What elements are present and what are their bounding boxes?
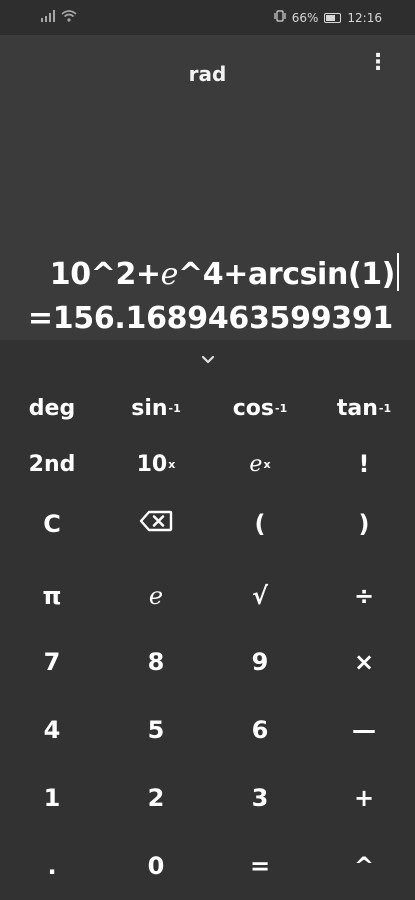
keypad-row-1: deg sin -1 cos -1 tan -1 xyxy=(0,380,415,436)
chevron-down-icon xyxy=(200,350,216,369)
eight-label: 8 xyxy=(147,648,165,676)
sqrt-button[interactable]: √ xyxy=(208,568,312,624)
text-cursor xyxy=(397,253,399,291)
expression-text-start: 10^2+ xyxy=(49,257,161,292)
e-power-button[interactable]: ex xyxy=(208,436,312,492)
pi-label: π xyxy=(42,582,62,610)
sqrt-label: √ xyxy=(251,582,268,610)
open-paren-button[interactable]: ( xyxy=(208,496,312,552)
inverse-superscript: -1 xyxy=(378,401,392,415)
two-button[interactable]: 2 xyxy=(104,770,208,826)
inverse-superscript: -1 xyxy=(168,401,181,415)
zero-button[interactable]: 0 xyxy=(104,838,208,894)
result-text: =156.1689463599391 xyxy=(27,301,393,336)
x-superscript: x xyxy=(168,457,176,471)
divide-label: ÷ xyxy=(353,582,375,610)
keypad-row-4: π e √ ÷ xyxy=(0,568,415,624)
plus-button[interactable]: + xyxy=(312,770,415,826)
wifi-icon xyxy=(61,10,77,25)
clear-label: C xyxy=(43,510,61,538)
keypad-row-8: . 0 = ^ xyxy=(0,838,415,894)
clear-button[interactable]: C xyxy=(0,496,104,552)
vibrate-icon xyxy=(274,10,286,25)
keypad-row-7: 1 2 3 + xyxy=(0,770,415,826)
seven-button[interactable]: 7 xyxy=(0,634,104,690)
one-label: 1 xyxy=(43,784,61,812)
sin-label: sin xyxy=(131,395,168,421)
nine-label: 9 xyxy=(251,648,269,676)
three-label: 3 xyxy=(251,784,269,812)
backspace-icon xyxy=(139,510,173,538)
e-base-label: e xyxy=(249,451,263,477)
nine-button[interactable]: 9 xyxy=(208,634,312,690)
tan-label: tan xyxy=(336,395,378,421)
zero-label: 0 xyxy=(147,852,165,880)
cos-label: cos xyxy=(232,395,274,421)
one-button[interactable]: 1 xyxy=(0,770,104,826)
seven-label: 7 xyxy=(43,648,61,676)
power-label: ^ xyxy=(353,852,375,880)
eight-button[interactable]: 8 xyxy=(104,634,208,690)
expression-text-end: ^4+arcsin(1) xyxy=(178,257,395,292)
multiply-button[interactable]: × xyxy=(312,634,415,690)
close-paren-label: ) xyxy=(358,510,370,538)
ten-label: 10 xyxy=(136,451,168,477)
four-label: 4 xyxy=(43,716,61,744)
decimal-button[interactable]: . xyxy=(0,838,104,894)
status-right: 66% 12:16 xyxy=(274,10,382,25)
second-label: 2nd xyxy=(28,451,76,477)
backspace-button[interactable] xyxy=(104,496,208,552)
arccos-button[interactable]: cos -1 xyxy=(208,380,312,436)
equals-button[interactable]: = xyxy=(208,838,312,894)
arctan-button[interactable]: tan -1 xyxy=(312,380,415,436)
four-button[interactable]: 4 xyxy=(0,702,104,758)
two-label: 2 xyxy=(147,784,165,812)
factorial-label: ! xyxy=(358,450,370,478)
three-button[interactable]: 3 xyxy=(208,770,312,826)
power-button[interactable]: ^ xyxy=(312,838,415,894)
ten-power-button[interactable]: 10 x xyxy=(104,436,208,492)
minus-button[interactable]: — xyxy=(312,702,415,758)
equals-label: = xyxy=(249,852,271,880)
divide-button[interactable]: ÷ xyxy=(312,568,415,624)
close-paren-button[interactable]: ) xyxy=(312,496,415,552)
collapse-button[interactable] xyxy=(191,346,225,372)
expression-field[interactable]: 10^2+e^4+arcsin(1) xyxy=(50,253,399,292)
pi-button[interactable]: π xyxy=(0,568,104,624)
inverse-superscript: -1 xyxy=(275,401,288,415)
battery-icon xyxy=(324,12,342,23)
deg-label: deg xyxy=(28,395,76,421)
signal-icon xyxy=(41,10,55,25)
status-bar: 66% 12:16 xyxy=(0,0,415,35)
decimal-label: . xyxy=(47,852,57,880)
expression-e-symbol: e xyxy=(160,257,179,292)
second-function-button[interactable]: 2nd xyxy=(0,436,104,492)
keypad-row-2: 2nd 10 x ex ! xyxy=(0,436,415,492)
five-label: 5 xyxy=(147,716,165,744)
deg-button[interactable]: deg xyxy=(0,380,104,436)
five-button[interactable]: 5 xyxy=(104,702,208,758)
keypad: deg sin -1 cos -1 tan -1 2nd 10 x ex ! C ( )… xyxy=(0,380,415,900)
minus-label: — xyxy=(352,716,376,744)
keypad-row-6: 4 5 6 — xyxy=(0,702,415,758)
six-label: 6 xyxy=(251,716,269,744)
six-button[interactable]: 6 xyxy=(208,702,312,758)
factorial-button[interactable]: ! xyxy=(312,436,415,492)
keypad-row-3: C ( ) xyxy=(0,496,415,552)
clock: 12:16 xyxy=(347,10,382,25)
keypad-row-5: 7 8 9 × xyxy=(0,634,415,690)
plus-label: + xyxy=(353,784,375,812)
battery-percent: 66% xyxy=(291,10,319,25)
e-constant-button[interactable]: e xyxy=(104,568,208,624)
x-superscript: x xyxy=(263,457,271,471)
angle-mode-label: rad xyxy=(188,62,227,86)
arcsin-button[interactable]: sin -1 xyxy=(104,380,208,436)
open-paren-label: ( xyxy=(254,510,266,538)
multiply-label: × xyxy=(353,648,375,676)
e-label: e xyxy=(148,582,164,610)
status-left xyxy=(41,10,77,25)
more-vert-icon[interactable]: ⋮ xyxy=(367,52,389,74)
